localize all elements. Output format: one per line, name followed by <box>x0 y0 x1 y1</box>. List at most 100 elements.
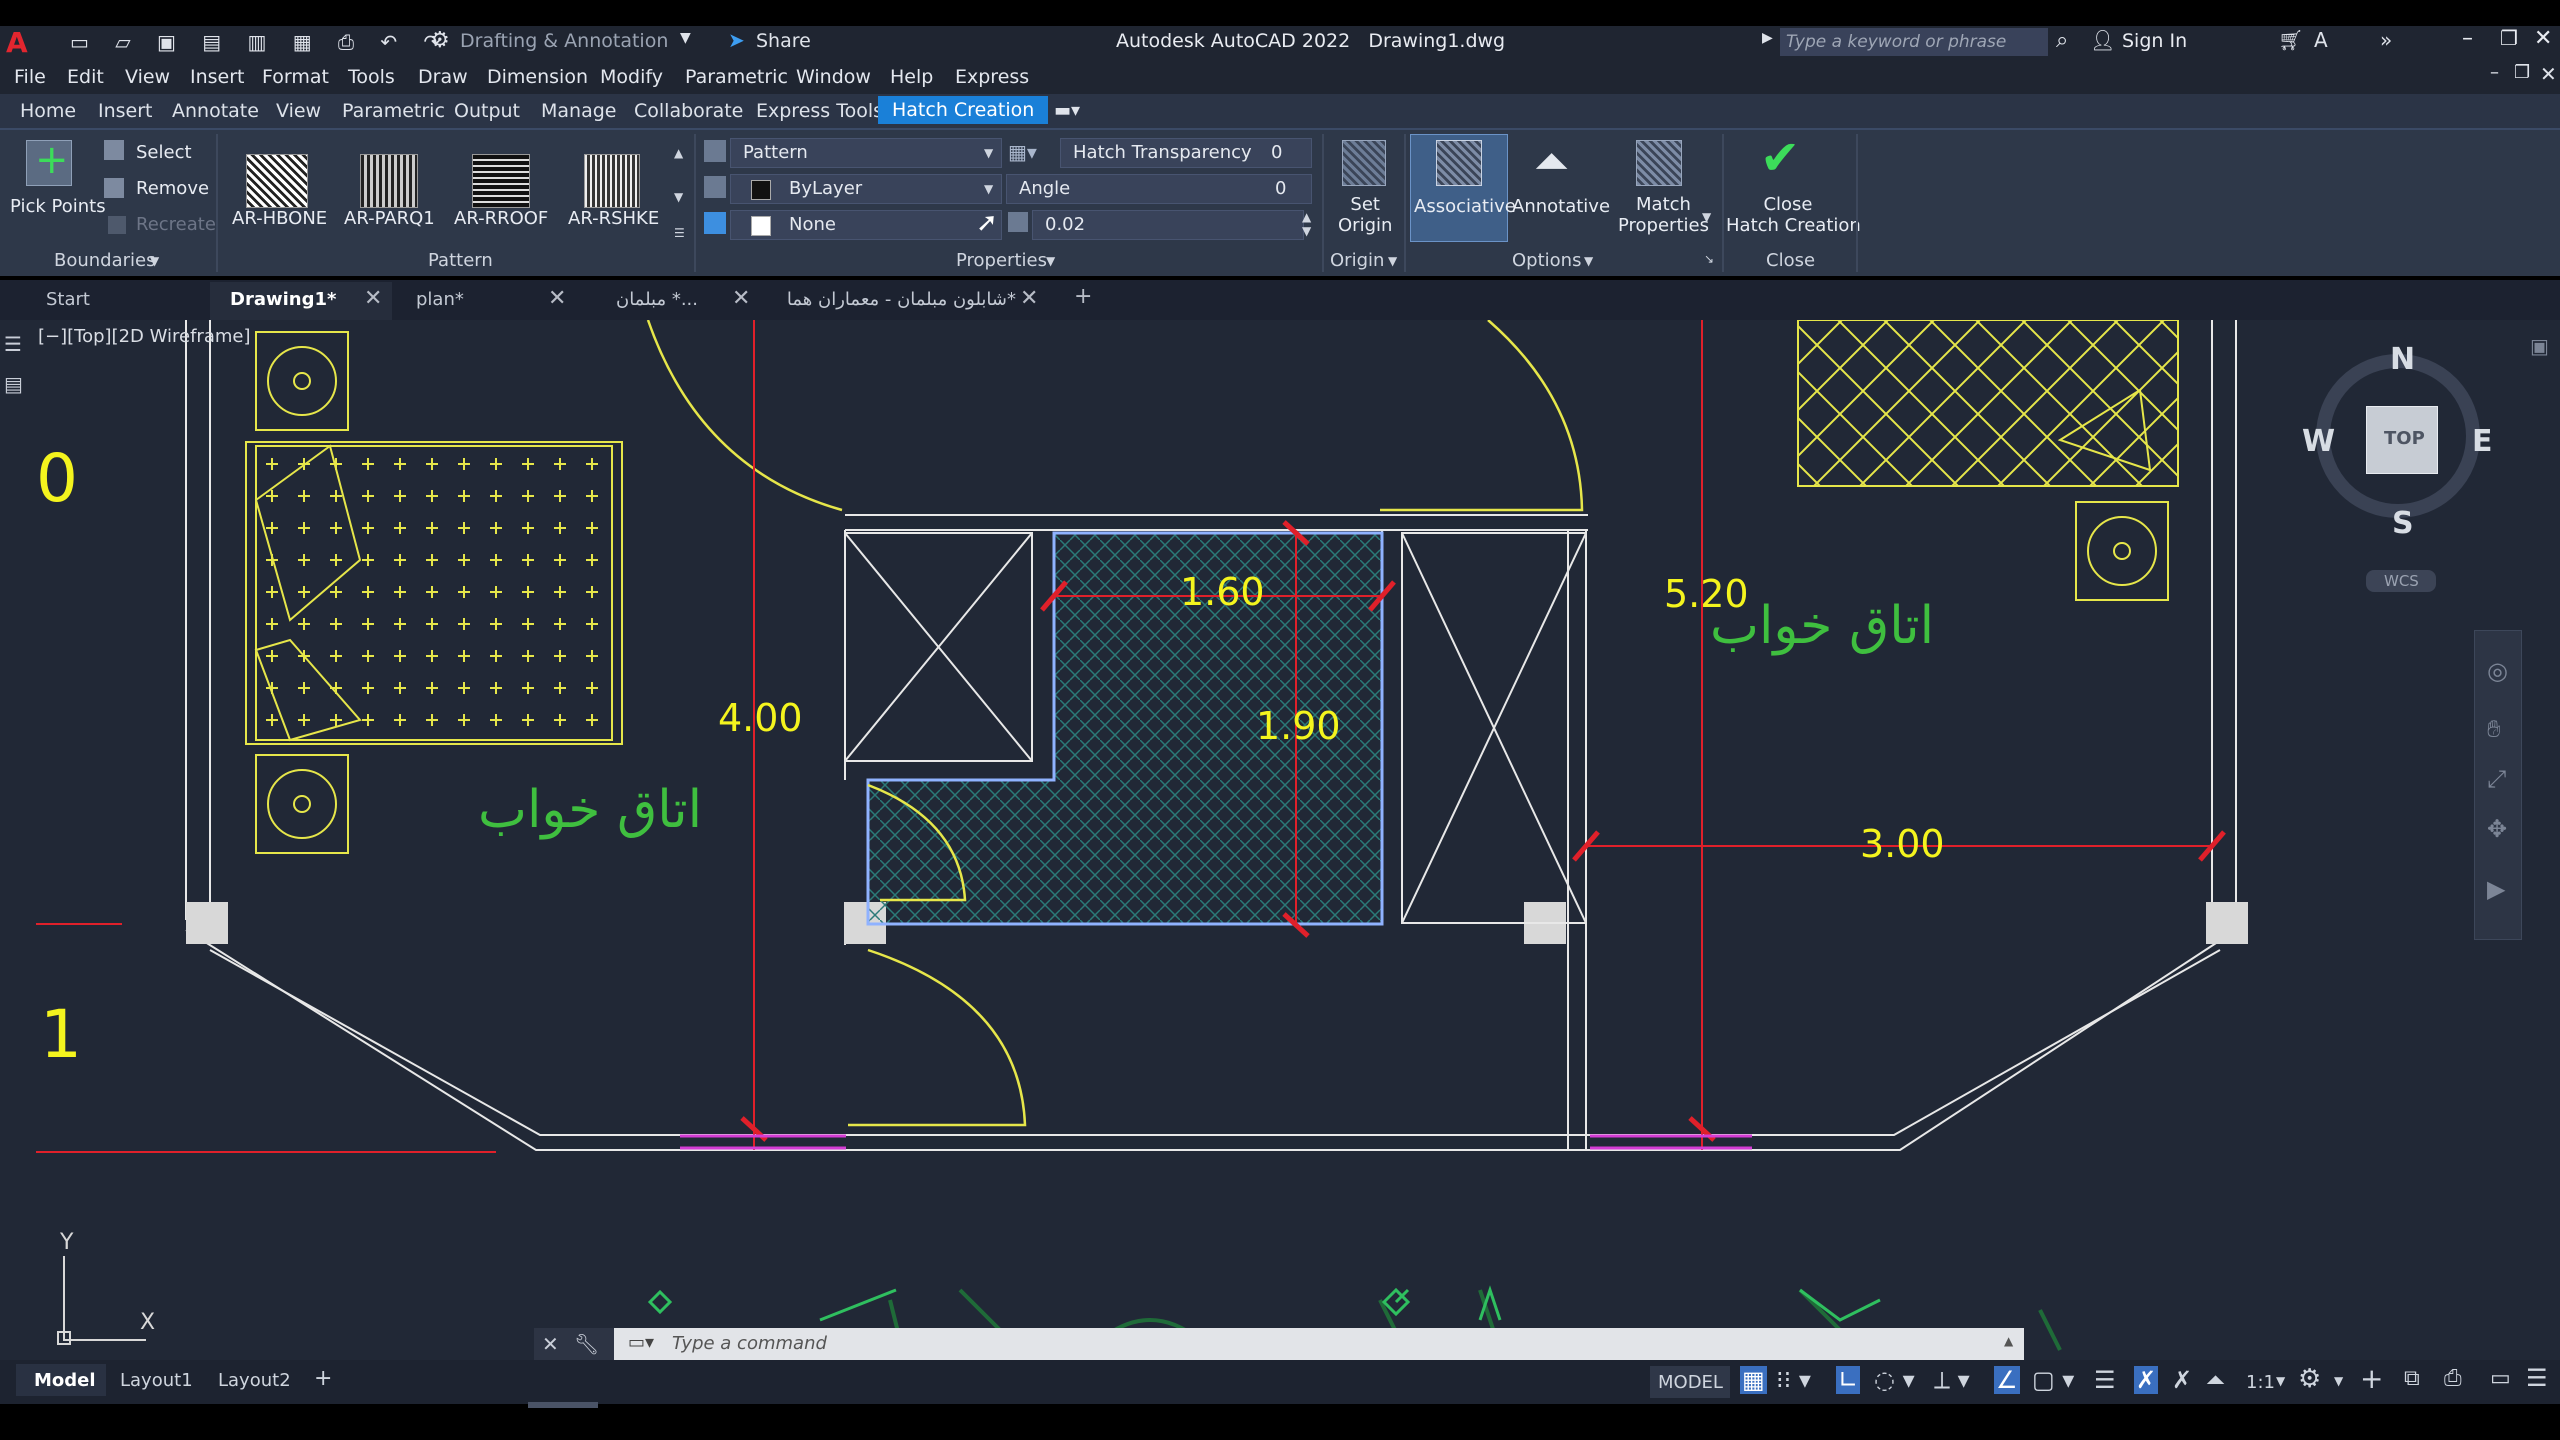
navigation-bar[interactable]: ◎ ✋︎ ⤢ ✥ ▶ <box>2474 630 2522 940</box>
pattern-expand-icon[interactable]: ☰ <box>674 226 685 240</box>
pick-points-button[interactable]: Pick Points <box>10 196 106 217</box>
pattern-parq1-label[interactable]: AR-PARQ1 <box>344 208 435 229</box>
tab-home[interactable]: Home <box>20 100 76 122</box>
options-launcher-icon[interactable]: ↘ <box>1704 252 1714 266</box>
select-icon[interactable] <box>104 140 124 160</box>
new-tab-icon[interactable]: + <box>1074 284 1092 309</box>
chevron-down-icon[interactable]: ▼ <box>150 254 159 268</box>
boundaries-panel-title[interactable]: Boundaries <box>54 250 156 271</box>
menu-parametric[interactable]: Parametric <box>685 66 788 88</box>
match-properties-icon[interactable] <box>1636 140 1682 186</box>
scrollbar-thumb[interactable] <box>528 1402 598 1408</box>
nav-bar-toggle-icon[interactable]: ▣ <box>2530 334 2549 358</box>
add-layout-icon[interactable]: + <box>314 1366 332 1391</box>
close-icon[interactable]: ✕ <box>732 286 750 311</box>
scale-spinner-icon[interactable]: ▲ ▼ <box>1302 210 1311 238</box>
orbit-icon[interactable]: ✥ <box>2487 815 2507 843</box>
pattern-swatch-hbone[interactable] <box>246 154 308 208</box>
isodraft-icon[interactable]: ⟂ ▾ <box>1934 1366 1970 1394</box>
minimize-button[interactable]: – <box>2462 26 2473 51</box>
clean-screen-icon[interactable]: ▭ <box>2490 1366 2511 1391</box>
pattern-scroll-down-icon[interactable]: ▼ <box>674 190 683 204</box>
compass-n[interactable]: N <box>2390 342 2415 377</box>
menu-edit[interactable]: Edit <box>67 66 104 88</box>
command-input[interactable]: Type a command <box>672 1333 827 1354</box>
lineweight-icon[interactable]: ☰ <box>2094 1366 2116 1394</box>
background-color-select[interactable]: None <box>730 210 1002 240</box>
osnap-icon[interactable]: ▢ ▾ <box>2032 1366 2074 1394</box>
doc-tab-furniture[interactable]: ...* مبلمان <box>598 289 698 310</box>
menu-view[interactable]: View <box>125 66 170 88</box>
select-button[interactable]: Select <box>136 142 192 163</box>
annotation-scale-value[interactable]: 1:1 <box>2246 1372 2275 1393</box>
annotative-icon[interactable]: ⏶ <box>1534 136 1569 187</box>
customization-icon[interactable]: ☰ <box>2526 1364 2548 1392</box>
annotation-scale-icon[interactable]: ⏶ <box>2206 1366 2225 1394</box>
menu-dimension[interactable]: Dimension <box>487 66 588 88</box>
menu-insert[interactable]: Insert <box>190 66 245 88</box>
menu-help[interactable]: Help <box>890 66 933 88</box>
match-properties-button[interactable]: Match Properties <box>1618 194 1709 236</box>
chevron-down-icon[interactable]: ▼ <box>2276 1374 2285 1388</box>
layer-manager-icon[interactable]: ▤ <box>4 372 23 396</box>
annotation-monitor-icon[interactable]: + <box>2360 1362 2383 1395</box>
help-search-box[interactable]: Type a keyword or phrase <box>1780 28 2048 56</box>
doc-tab-template[interactable]: *شابلون مبلمان - معماران هما <box>780 289 1016 310</box>
viewport-controls-label[interactable]: [−][Top][2D Wireframe] <box>38 326 250 347</box>
hatch-type-select[interactable]: Pattern <box>730 138 1002 168</box>
doc-close-button[interactable]: ✕ <box>2540 62 2557 86</box>
drawing-canvas[interactable] <box>0 320 2560 1360</box>
quick-access-icons[interactable]: ▭ ▱ ▣ ▤ ▥ ▦ ⎙ ↶ ↷ <box>70 30 450 54</box>
command-line[interactable]: ✕ 🔧︎ ▭▾ Type a command ▲ <box>534 1328 2024 1362</box>
annotative-button[interactable]: Annotative <box>1512 196 1610 217</box>
cart-icon[interactable]: 🛒︎ <box>2278 28 2303 52</box>
chevron-down-icon[interactable]: ▼ <box>1046 254 1055 268</box>
hatch-color-select[interactable]: ByLayer <box>730 174 1002 204</box>
menu-file[interactable]: File <box>14 66 46 88</box>
hardware-acceleration-icon[interactable]: ⎙ <box>2444 1366 2462 1391</box>
tab-hatch-creation[interactable]: Hatch Creation <box>878 96 1049 124</box>
remove-button[interactable]: Remove <box>136 178 209 199</box>
menu-modify[interactable]: Modify <box>600 66 663 88</box>
tab-express-tools[interactable]: Express Tools <box>756 100 883 122</box>
tab-collaborate[interactable]: Collaborate <box>634 100 743 122</box>
expand-arrow-icon[interactable]: ▶ <box>1762 30 1773 46</box>
close-icon[interactable]: ✕ <box>364 286 382 311</box>
doc-tab-start[interactable]: Start <box>46 289 90 310</box>
showmotion-icon[interactable]: ▶ <box>2487 875 2505 903</box>
steering-wheel-icon[interactable]: ◎ <box>2487 657 2508 685</box>
menu-format[interactable]: Format <box>262 66 329 88</box>
search-icon[interactable]: ⌕ <box>2056 28 2068 53</box>
layout-tab-layout1[interactable]: Layout1 <box>120 1370 193 1391</box>
close-icon[interactable]: ✕ <box>542 1332 559 1356</box>
pan-icon[interactable]: ✋︎ <box>2487 715 2501 743</box>
workspace-gear-icon[interactable]: ⚙ <box>2298 1364 2321 1394</box>
doc-restore-button[interactable]: ❐ <box>2514 62 2530 83</box>
pattern-hbone-label[interactable]: AR-HBONE <box>232 208 327 229</box>
help-search-input[interactable]: Type a keyword or phrase <box>1786 32 2006 52</box>
doc-minimize-button[interactable]: – <box>2490 62 2499 83</box>
pattern-swatch-parq1[interactable] <box>360 154 418 208</box>
pattern-rroof-label[interactable]: AR-RROOF <box>454 208 548 229</box>
properties-panel-title[interactable]: Properties <box>956 250 1047 271</box>
chevron-down-icon[interactable]: ▼ <box>2334 1374 2343 1388</box>
pattern-scroll-up-icon[interactable]: ▲ <box>674 146 683 160</box>
hatch-transparency-field[interactable]: Hatch Transparency 0 <box>1060 138 1312 168</box>
share-icon[interactable]: ➤ <box>728 28 745 52</box>
transparency-value[interactable]: 0 <box>1271 142 1282 163</box>
doc-tab-drawing1[interactable]: Drawing1* <box>230 289 336 310</box>
autocad-logo-icon[interactable]: A <box>6 26 28 59</box>
options-panel-title[interactable]: Options <box>1512 250 1581 271</box>
osnap-track-icon[interactable]: ∠ <box>1994 1366 2020 1394</box>
user-icon[interactable]: 👤︎ <box>2090 28 2115 52</box>
pattern-rshke-label[interactable]: AR-RSHKE <box>568 208 659 229</box>
compass-s[interactable]: S <box>2392 506 2414 541</box>
chevron-down-icon[interactable]: ▼ <box>1702 210 1711 224</box>
close-icon[interactable]: ✕ <box>1020 286 1038 311</box>
compass-w[interactable]: W <box>2302 424 2335 459</box>
polar-icon[interactable]: ◌ ▾ <box>1874 1366 1915 1394</box>
hatch-scale-field[interactable]: 0.02 <box>1032 210 1304 240</box>
viewport-tool-icon[interactable]: ☰ <box>4 332 22 356</box>
close-window-button[interactable]: ✕ <box>2534 26 2552 51</box>
layout-tab-layout2[interactable]: Layout2 <box>218 1370 291 1391</box>
